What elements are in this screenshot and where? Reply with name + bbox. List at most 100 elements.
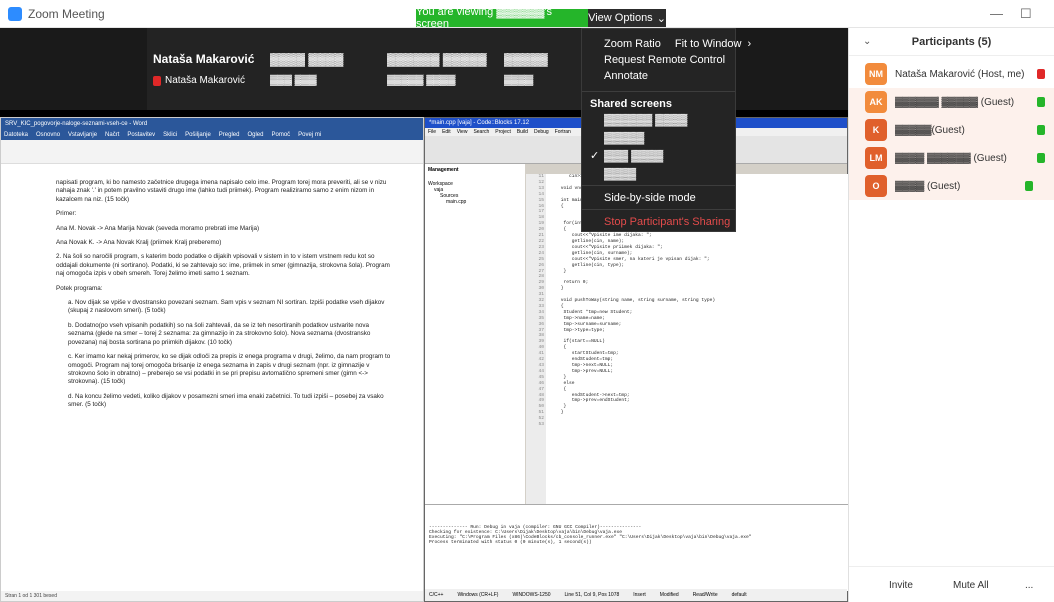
avatar: LM xyxy=(865,147,887,169)
word-tab: Ogled xyxy=(247,132,264,138)
mic-icon[interactable] xyxy=(1037,153,1045,163)
menu-stop-sharing[interactable]: Stop Participant's Sharing xyxy=(604,215,730,229)
participant-row[interactable]: AK ▓▓▓▓▓▓ ▓▓▓▓▓ (Guest) xyxy=(849,88,1054,116)
more-button[interactable]: ... xyxy=(1025,575,1033,595)
word-tab: Sklici xyxy=(163,132,178,138)
tile-name: ▓▓▓▓ ▓▓▓▓ xyxy=(270,52,344,66)
maximize-icon[interactable]: ☐ xyxy=(1020,6,1032,22)
doc-paragraph: Ana Novak K. -> Ana Novak Kralj (priimek… xyxy=(56,239,222,247)
tile-sub: Nataša Makarović xyxy=(153,75,245,86)
doc-paragraph: napisati program, ki bo namesto začetnic… xyxy=(56,179,387,203)
participant-name: ▓▓▓▓ ▓▓▓▓▓▓ (Guest) xyxy=(895,152,1007,164)
build-log: -------------- Run: Debug in vaja (compi… xyxy=(425,504,849,591)
view-options-menu: Zoom Ratio Fit to Window › Request Remote … xyxy=(581,28,751,232)
word-tab: Pomoč xyxy=(271,132,291,138)
video-tile[interactable]: ▓▓▓▓▓▓ ▓▓▓▓▓ ▓▓▓▓▓ ▓▓▓▓ xyxy=(381,28,498,110)
doc-paragraph: c. Ker imamo kar nekaj primerov, ko se d… xyxy=(68,353,391,386)
participants-panel: ⌄ Participants (5) NM Nataša Makarović (… xyxy=(848,28,1054,602)
menu-divider xyxy=(582,209,735,210)
menu-divider xyxy=(582,91,735,92)
cb-menu-item: Search xyxy=(473,129,490,135)
status-item: Line 51, Col 9, Pos 1078 xyxy=(564,592,620,598)
minimize-icon[interactable]: — xyxy=(990,6,1003,21)
tile-sub: ▓▓▓ ▓▓▓ xyxy=(270,75,317,86)
participant-name: ▓▓▓▓ (Guest) xyxy=(895,180,961,192)
status-item: C/C++ xyxy=(429,592,444,598)
menu-divider xyxy=(582,185,735,186)
mic-muted-icon[interactable] xyxy=(1037,69,1045,79)
doc-paragraph: 2. Na šoli so naročili program, s kateri… xyxy=(56,253,390,278)
cb-menu-item: File xyxy=(428,129,437,135)
doc-paragraph: a. Nov dijak se vpiše v dvostransko pove… xyxy=(68,299,385,315)
window-title-group: Zoom Meeting xyxy=(0,6,105,21)
word-status: Stran 1 od 1 301 besed xyxy=(1,591,423,601)
participant-name: ▓▓▓▓▓(Guest) xyxy=(895,124,965,136)
participant-row[interactable]: LM ▓▓▓▓ ▓▓▓▓▓▓ (Guest) xyxy=(849,144,1054,172)
tile-name: ▓▓▓▓▓▓ ▓▓▓▓▓ xyxy=(387,52,487,66)
word-document: napisati program, ki bo namesto začetnic… xyxy=(1,175,425,595)
word-tab: Osnovno xyxy=(36,132,61,138)
participant-row[interactable]: NM Nataša Makarović (Host, me) xyxy=(849,60,1054,88)
chevron-down-icon: ⌄ xyxy=(656,12,666,25)
participant-name: ▓▓▓▓▓▓ ▓▓▓▓▓ (Guest) xyxy=(895,96,1015,108)
cb-menu-item: Debug xyxy=(533,129,549,135)
doc-paragraph: d. Na koncu želimo vedeti, koliko dijako… xyxy=(68,392,384,409)
mgmt-title: Management xyxy=(428,167,459,173)
chevron-right-icon: › xyxy=(747,38,752,50)
cb-menu-item: View xyxy=(456,129,468,135)
video-tile[interactable]: Nataša Makarović Nataša Makarović xyxy=(147,28,264,110)
avatar: NM xyxy=(865,63,887,85)
cb-menu-item: Fortran xyxy=(554,129,571,135)
tile-name: ▓▓▓▓▓ xyxy=(504,52,548,66)
view-options-button[interactable]: View Options ⌄ xyxy=(588,9,666,27)
tile-name: Nataša Makarović xyxy=(153,52,255,66)
word-window: SRV_KIC_pogovorje-naloge-seznami-vseh-ce… xyxy=(0,117,424,602)
status-item: Windows (CR+LF) xyxy=(457,592,499,598)
mic-icon[interactable] xyxy=(1037,125,1045,135)
avatar: O xyxy=(865,175,887,197)
video-icon[interactable] xyxy=(1025,181,1033,191)
menu-shared-screen-item[interactable]: ▓▓▓▓▓▓ ▓▓▓▓ xyxy=(604,113,687,127)
mic-icon[interactable] xyxy=(1037,97,1045,107)
panel-header: ⌄ Participants (5) xyxy=(849,28,1054,56)
tile-sub: ▓▓▓▓▓ ▓▓▓▓ xyxy=(387,75,456,86)
word-tab: Pregled xyxy=(218,132,240,138)
status-item: default xyxy=(731,592,747,598)
word-ribbon xyxy=(1,140,423,164)
mic-muted-icon xyxy=(153,75,161,86)
menu-shared-screens-heading: Shared screens xyxy=(590,98,672,110)
menu-annotate[interactable]: Annotate xyxy=(604,69,648,83)
tree-file: main.cpp xyxy=(446,199,467,205)
cb-status: C/C++ Windows (CR+LF) WINDOWS-1250 Line … xyxy=(425,589,847,601)
menu-zoom-ratio[interactable]: Zoom Ratio Fit to Window › xyxy=(604,37,751,51)
doc-paragraph: Potek programa: xyxy=(56,284,103,292)
doc-paragraph: Primer: xyxy=(56,210,77,218)
panel-title: Participants (5) xyxy=(911,35,992,48)
word-tab: Vstavljanje xyxy=(68,132,98,138)
cb-management: Management Workspace vaja Sources main.c… xyxy=(425,164,525,504)
zoom-logo-icon xyxy=(8,6,22,21)
status-item: WINDOWS-1250 xyxy=(512,592,551,598)
status-item: Read/Write xyxy=(692,592,718,598)
word-tab: Postavitev xyxy=(127,132,156,138)
cb-menu-item: Edit xyxy=(442,129,451,135)
mute-all-button[interactable]: Mute All xyxy=(953,575,989,595)
menu-request-remote-control[interactable]: Request Remote Control xyxy=(604,53,725,67)
window-title: Zoom Meeting xyxy=(28,6,105,21)
participant-name: Nataša Makarović (Host, me) xyxy=(895,68,1025,80)
menu-side-by-side[interactable]: Side-by-side mode xyxy=(604,191,696,205)
menu-shared-screen-item[interactable]: ▓▓▓ ▓▓▓▓ xyxy=(604,149,663,163)
menu-shared-screen-item[interactable]: ▓▓▓▓▓ xyxy=(604,131,644,145)
avatar: K xyxy=(865,119,887,141)
viewing-banner: You are viewing ▓▓▓▓▓▓'s screen xyxy=(416,6,588,30)
tile-sub: ▓▓▓▓ xyxy=(504,75,534,86)
word-menu: Datoteka Osnovno Vstavljanje Načrt Posta… xyxy=(1,130,423,140)
video-tile[interactable]: ▓▓▓▓ ▓▓▓▓ ▓▓▓ ▓▓▓ xyxy=(264,28,381,110)
cb-menu-item: Build xyxy=(516,129,528,135)
participant-row[interactable]: O ▓▓▓▓ (Guest) xyxy=(849,172,1054,200)
line-gutter: 11 12 13 14 15 16 17 18 19 20 21 22 23 2… xyxy=(526,174,546,504)
invite-button[interactable]: Invite xyxy=(889,575,913,595)
menu-shared-screen-item[interactable]: ▓▓▓▓ xyxy=(604,167,636,181)
status-item: Insert xyxy=(633,592,646,598)
participant-row[interactable]: K ▓▓▓▓▓(Guest) xyxy=(849,116,1054,144)
